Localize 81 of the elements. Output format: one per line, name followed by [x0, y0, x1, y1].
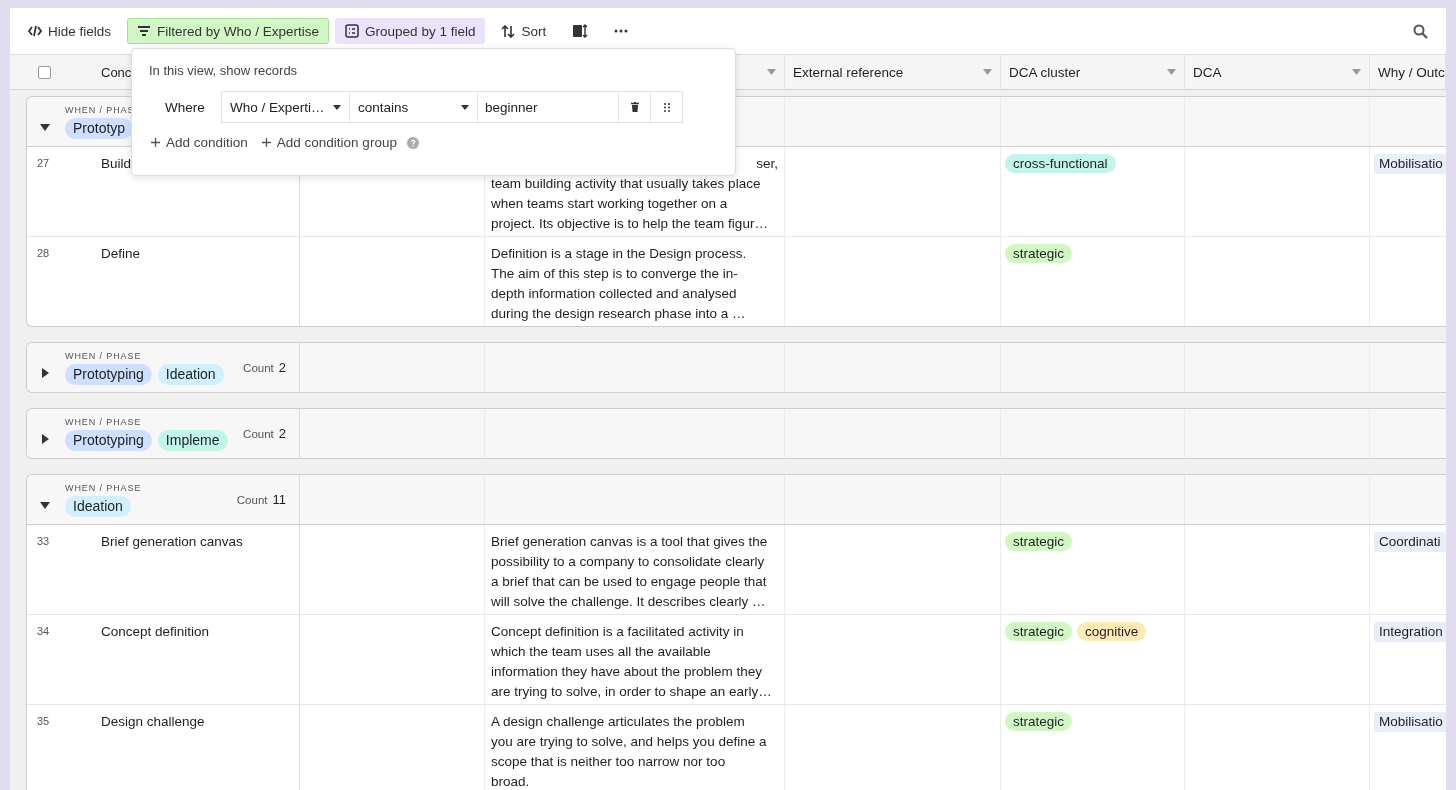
description-fragment: ser, — [756, 155, 778, 173]
field-dropdown[interactable]: Who / Experti… — [221, 91, 350, 123]
count-value: 2 — [278, 426, 286, 441]
phase-tag: Impleme — [157, 429, 228, 451]
caret-icon[interactable] — [1352, 69, 1361, 75]
search-icon — [1413, 23, 1428, 39]
description-text: A design challenge articulates the problem you are trying to solve, and helps you define a scope that is neither too narrow nor too broad. — [491, 713, 768, 790]
value-field[interactable]: beginner — [477, 91, 619, 123]
group-button[interactable]: Grouped by 1 field — [335, 18, 486, 44]
column-header: Why / Outc — [1378, 64, 1445, 80]
select-all-checkbox[interactable] — [38, 65, 51, 79]
drag-icon — [663, 102, 670, 112]
row-number: 28 — [37, 246, 51, 259]
cluster-tag: cross-functional — [1005, 154, 1116, 173]
phase-tag: Ideation — [65, 495, 131, 517]
cluster-tag: strategic — [1005, 244, 1073, 263]
phase-tag: Prototyping — [65, 363, 152, 385]
outcome-tag: Coordinati — [1374, 532, 1446, 552]
record-name: Define — [101, 246, 141, 261]
caret-icon[interactable] — [1167, 69, 1176, 75]
sort-button[interactable]: Sort — [491, 18, 557, 44]
phase-tag: Prototyping — [65, 429, 152, 451]
description-text: team building activity that usually takes place when teams start working together on a project. Its objective is to help the team figur… — [491, 175, 769, 233]
outcome-tag: Mobilisatio — [1374, 154, 1446, 174]
count-label: Count — [236, 494, 268, 506]
record-name: Build — [101, 156, 132, 171]
count-value: 2 — [278, 360, 286, 375]
caret-icon — [333, 104, 341, 110]
trash-icon — [630, 102, 639, 112]
add-condition-link[interactable]: Add condition — [149, 135, 248, 150]
group-field-label: WHEN / PHASE — [65, 416, 143, 427]
conjunction-label: Where — [164, 99, 206, 115]
caret-icon — [461, 104, 469, 110]
expand-toggle-icon[interactable] — [40, 433, 50, 444]
row-number: 35 — [37, 714, 51, 727]
drag-handle[interactable] — [650, 91, 683, 123]
cluster-tag: strategic — [1005, 622, 1073, 641]
outcome-tag: Integration — [1374, 622, 1446, 642]
expand-toggle-icon[interactable] — [40, 367, 50, 378]
description-text: Definition is a stage in the Design process. The aim of this step is to converge the in- depth information collected and analysed during the design research phase into a … — [491, 245, 748, 323]
filter-icon — [137, 25, 152, 37]
filter-button[interactable]: Filtered by Who / Expertise — [127, 18, 330, 44]
cluster-tag: cognitive — [1077, 622, 1147, 641]
group-field-label: WHEN / PHASE — [65, 482, 142, 493]
row-number: 27 — [37, 156, 51, 169]
expand-toggle-icon[interactable] — [40, 499, 50, 510]
count-value: 11 — [272, 492, 286, 507]
description-text: Concept definition is a facilitated activity in which the team uses all the available information they have about the problem they are trying to solve, in order to shape an early… — [491, 623, 773, 701]
count-label: Count — [243, 428, 274, 440]
cluster-tag: strategic — [1005, 712, 1073, 731]
record-name: Concept definition — [101, 624, 210, 639]
operator-dropdown[interactable]: contains — [349, 91, 478, 123]
row-number: 34 — [37, 624, 51, 637]
help-icon[interactable] — [406, 136, 419, 149]
expand-toggle-icon[interactable] — [40, 121, 50, 132]
cluster-tag: strategic — [1005, 532, 1073, 551]
record-name: Brief generation canvas — [101, 534, 243, 549]
count-label: Count — [243, 362, 274, 374]
phase-tag: Ideation — [157, 363, 224, 385]
more-icon — [614, 29, 629, 33]
add-condition-link[interactable]: Add condition group — [261, 135, 397, 150]
column-header: DCA — [1193, 64, 1222, 80]
code-icon — [28, 25, 42, 37]
column-header: External reference — [793, 64, 904, 80]
column-header: DCA cluster — [1009, 64, 1081, 80]
column-header: Conc — [101, 64, 132, 80]
popover-heading: In this view, show records — [149, 63, 299, 78]
group-field-label: WHEN / PHASE — [65, 350, 143, 361]
caret-icon[interactable] — [983, 69, 992, 75]
caret-icon[interactable] — [767, 69, 776, 75]
plus-icon — [261, 138, 271, 147]
row-height-icon — [572, 24, 589, 38]
phase-tag: Prototyp — [65, 117, 134, 139]
sort-icon — [501, 24, 516, 38]
record-name: Design challenge — [101, 714, 205, 729]
description-text: Brief generation canvas is a tool that gives the possibility to a company to consolidate clearly a brief that can be used to engage people that will solve the challenge. It describes clearly … — [491, 533, 769, 611]
list-icon — [345, 24, 360, 38]
plus-icon — [151, 138, 160, 147]
row-number: 33 — [37, 534, 51, 547]
hide-fields-button[interactable]: Hide fields — [18, 18, 122, 44]
outcome-tag: Mobilisatio — [1374, 712, 1446, 732]
